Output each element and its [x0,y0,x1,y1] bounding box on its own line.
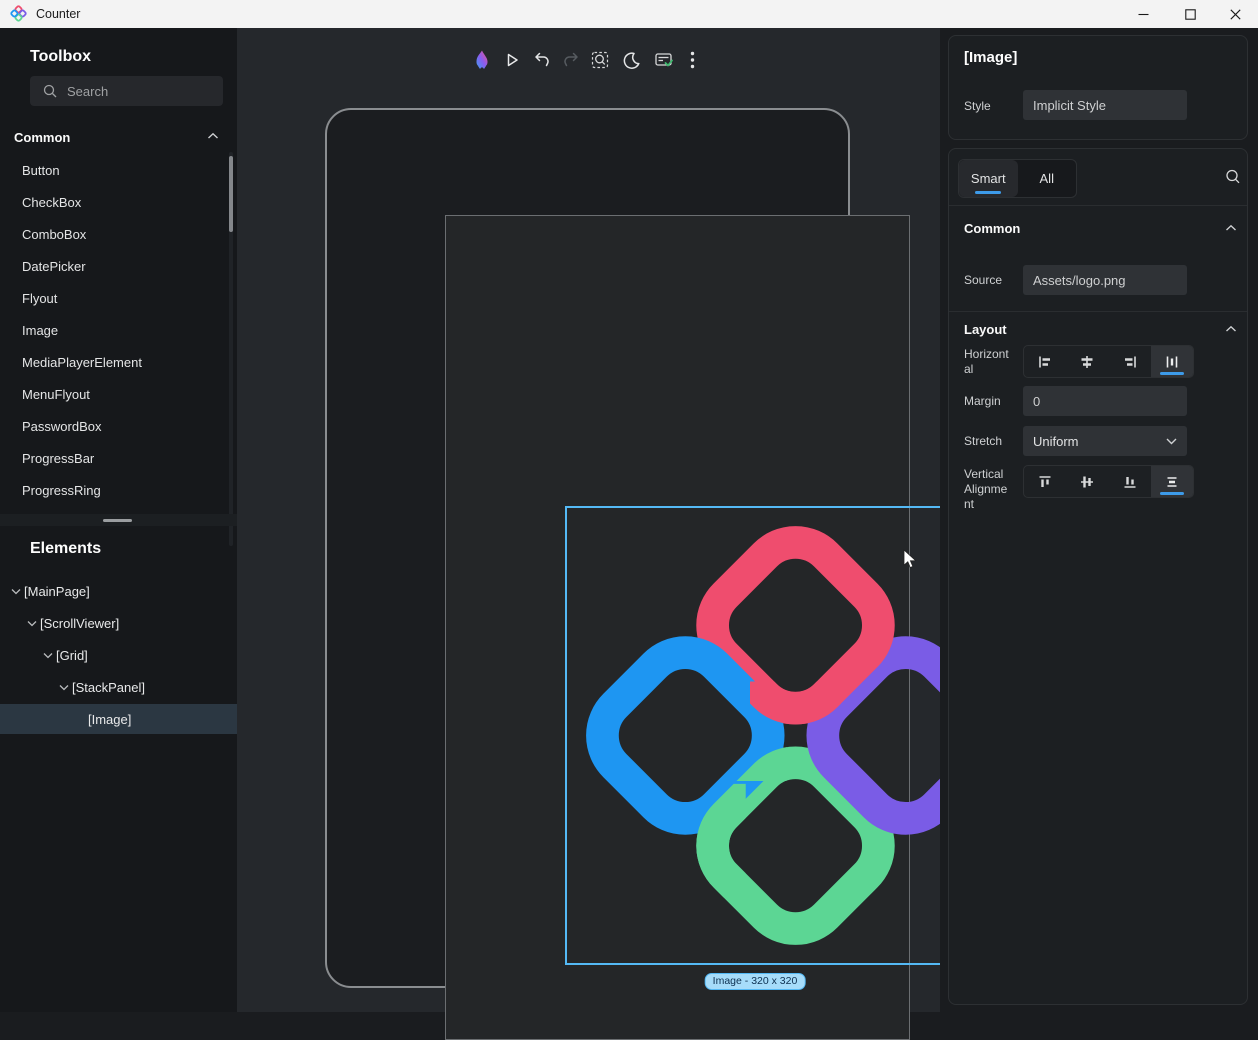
tree-item-label[interactable]: [ScrollViewer] [40,616,119,631]
source-label: Source [964,273,1012,288]
chevron-down-icon[interactable] [56,684,72,691]
toolbox-item-menuflyout[interactable]: MenuFlyout [22,379,212,411]
chevron-down-icon[interactable] [24,620,40,627]
toolbox-item-flyout[interactable]: Flyout [22,283,212,315]
tree-item-label[interactable]: [StackPanel] [72,680,145,695]
search-icon [43,84,57,98]
stretch-label: Stretch [964,434,1012,449]
chevron-down-icon [1166,438,1177,445]
align-horizontal-center-button[interactable] [1066,346,1108,377]
tree-item-label[interactable]: [MainPage] [24,584,90,599]
layout-section-header[interactable]: Layout [964,322,1007,337]
validation-list-icon[interactable] [650,47,676,73]
maximize-button[interactable] [1167,0,1213,28]
toolbox-item-combobox[interactable]: ComboBox [22,219,212,251]
align-horizontal-left-button[interactable] [1024,346,1066,377]
selected-element-card: [Image] Style [948,35,1248,140]
hot-design-flame-icon[interactable] [469,47,495,73]
tree-item-stackpanel[interactable]: [StackPanel] [0,672,237,702]
tab-all[interactable]: All [1018,160,1077,197]
mouse-cursor [903,549,920,571]
toolbox-item-mediaplayer[interactable]: MediaPlayerElement [22,347,212,379]
toolbox-section-header[interactable]: Common [14,130,70,145]
selected-element-title: [Image] [964,49,1017,66]
stretch-dropdown[interactable]: Uniform [1023,426,1187,456]
style-label: Style [964,99,1012,114]
left-panel: Toolbox Common Button CheckBox ComboBox … [0,28,237,1012]
tree-item-image-selected[interactable]: [Image] [0,704,237,734]
tree-item-label[interactable]: [Grid] [56,648,88,663]
titlebar: Counter [0,0,1258,28]
chevron-up-icon[interactable] [1225,224,1237,232]
vertical-alignment-label: Vertical Alignment [964,467,1012,512]
vertical-alignment-group [1023,465,1194,498]
toolbox-item-progressbar[interactable]: ProgressBar [22,443,212,475]
align-vertical-bottom-button[interactable] [1109,466,1151,497]
source-input[interactable] [1023,265,1187,295]
toolbox-item-checkbox[interactable]: CheckBox [22,187,212,219]
design-canvas[interactable]: Image - 320 x 320 [237,28,940,1012]
tree-item-scrollviewer[interactable]: [ScrollViewer] [0,608,237,638]
more-options-icon[interactable] [679,47,705,73]
tree-item-label[interactable]: [Image] [88,712,131,727]
align-vertical-center-button[interactable] [1066,466,1108,497]
toolbox-scrollbar-thumb[interactable] [229,156,233,232]
close-button[interactable] [1212,0,1258,28]
stretch-value: Uniform [1033,434,1079,449]
tree-item-grid[interactable]: [Grid] [0,640,237,670]
toolbox-scrollbar[interactable] [229,152,233,546]
tree-item-mainpage[interactable]: [MainPage] [0,576,237,606]
minimize-button[interactable] [1120,0,1166,28]
margin-label: Margin [964,394,1012,409]
align-vertical-stretch-button[interactable] [1151,466,1193,497]
panel-splitter[interactable] [0,514,237,526]
align-vertical-top-button[interactable] [1024,466,1066,497]
properties-tab-group: Smart All [958,159,1077,198]
device-screen[interactable]: Image - 320 x 320 [445,215,910,1040]
align-horizontal-right-button[interactable] [1109,346,1151,377]
margin-input[interactable] [1023,386,1187,416]
toolbox-item-progressring[interactable]: ProgressRing [22,475,212,507]
toolbox-item-datepicker[interactable]: DatePicker [22,251,212,283]
properties-panel: [Image] Style Smart All Common Source La… [940,28,1258,1012]
play-icon[interactable] [499,47,525,73]
theme-moon-icon[interactable] [618,47,644,73]
selection-size-badge: Image - 320 x 320 [705,973,806,990]
toolbox-search[interactable] [30,76,223,106]
elements-title: Elements [30,540,101,558]
style-input[interactable] [1023,90,1187,120]
align-horizontal-stretch-button[interactable] [1151,346,1193,377]
toolbox-item-image[interactable]: Image [22,315,212,347]
device-frame: Image - 320 x 320 [325,108,850,988]
redo-icon [558,47,584,73]
zoom-to-fit-icon[interactable] [587,47,613,73]
toolbox-item-passwordbox[interactable]: PasswordBox [22,411,212,443]
window-title: Counter [36,7,80,21]
app-logo-icon [10,5,27,22]
tab-smart[interactable]: Smart [959,160,1018,197]
horizontal-alignment-label: Horizontal [964,347,1012,377]
chevron-up-icon[interactable] [207,132,219,140]
common-section-header[interactable]: Common [964,221,1020,236]
chevron-down-icon[interactable] [8,588,24,595]
toolbox-title: Toolbox [30,48,91,66]
undo-icon[interactable] [529,47,555,73]
chevron-down-icon[interactable] [40,652,56,659]
splitter-handle-icon [103,519,132,522]
search-input[interactable] [67,84,197,99]
horizontal-alignment-group [1023,345,1194,378]
toolbox-item-button[interactable]: Button [22,155,212,187]
properties-search-icon[interactable] [1221,165,1245,189]
properties-card: Smart All Common Source Layout Horizonta… [948,148,1248,1005]
chevron-up-icon[interactable] [1225,325,1237,333]
